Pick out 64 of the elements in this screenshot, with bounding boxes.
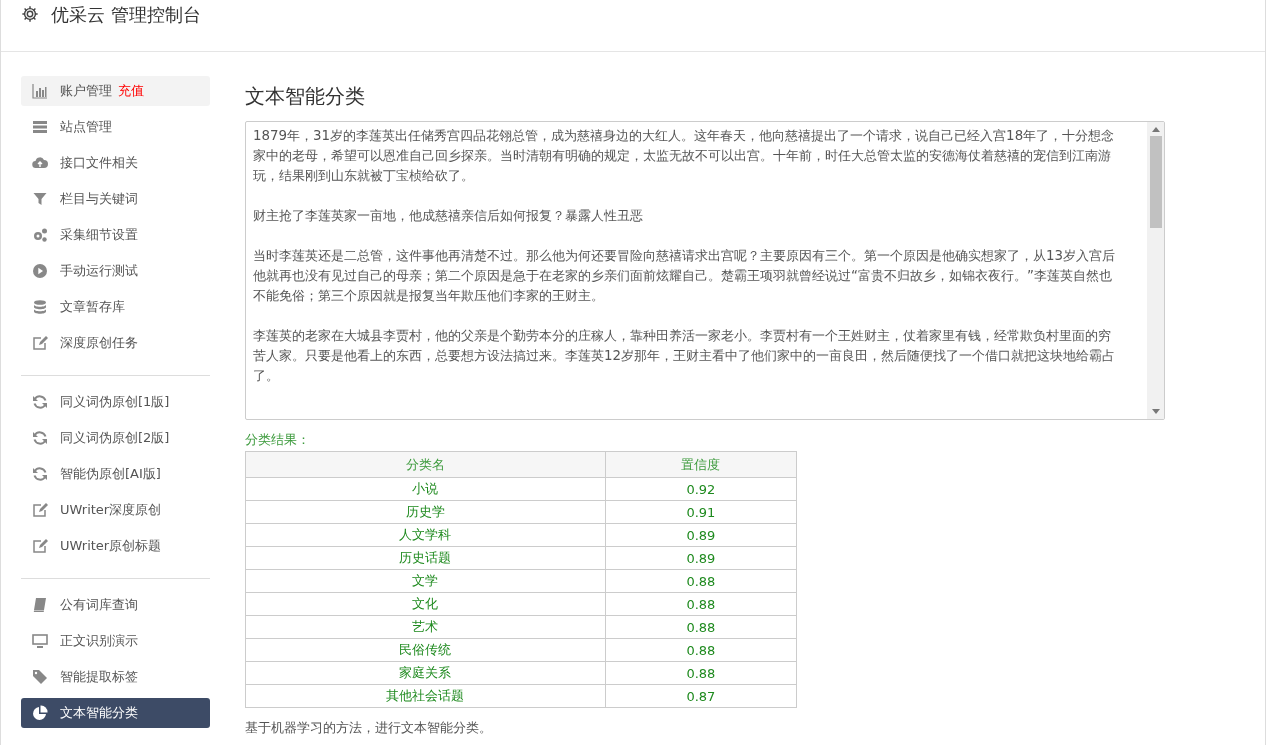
book-icon: [32, 597, 48, 613]
table-cell: 家庭关系: [245, 661, 606, 685]
table-cell: 历史学: [245, 500, 606, 524]
table-cell: 0.87: [605, 684, 797, 708]
sidebar-item[interactable]: 同义词伪原创[2版]: [21, 423, 210, 453]
filter-icon: [32, 191, 48, 207]
table-cell: 小说: [245, 477, 606, 501]
refresh-icon: [32, 394, 48, 410]
table-cell: 0.89: [605, 546, 797, 570]
table-cell: 0.89: [605, 523, 797, 547]
sidebar-item[interactable]: 栏目与关键词: [21, 184, 210, 214]
tag-icon: [32, 669, 48, 685]
table-cell: 0.88: [605, 569, 797, 593]
sidebar-item[interactable]: 智能伪原创[AI版]: [21, 459, 210, 489]
server-icon: [32, 119, 48, 135]
table-cell: 0.92: [605, 477, 797, 501]
table-cell: 人文学科: [245, 523, 606, 547]
column-header: 置信度: [605, 451, 797, 478]
bar-chart-icon: [32, 83, 48, 99]
sidebar-item[interactable]: 同义词伪原创[1版]: [21, 387, 210, 417]
scrollbar[interactable]: [1147, 122, 1164, 419]
play-icon: [32, 263, 48, 279]
table-cell: 0.88: [605, 615, 797, 639]
table-cell: 文化: [245, 592, 606, 616]
settings-icon: [21, 5, 39, 23]
monitor-icon: [32, 633, 48, 649]
page-title: 优采云 管理控制台: [51, 4, 201, 26]
sidebar-item[interactable]: 站点管理: [21, 112, 210, 142]
refresh-icon: [32, 430, 48, 446]
section-title: 文本智能分类: [245, 83, 366, 110]
scrollbar-thumb[interactable]: [1149, 136, 1162, 228]
scroll-up-icon[interactable]: [1151, 126, 1160, 132]
sidebar-item[interactable]: 文本智能分类: [21, 698, 210, 728]
sidebar-item[interactable]: 深度原创任务: [21, 328, 210, 358]
sidebar-item[interactable]: 正文识别演示: [21, 626, 210, 656]
edit-icon: [32, 335, 48, 351]
edit-icon: [32, 502, 48, 518]
sidebar-item[interactable]: 智能提取标签: [21, 662, 210, 692]
sidebar-item[interactable]: 文章暂存库: [21, 292, 210, 322]
table-cell: 历史话题: [245, 546, 606, 570]
column-header: 分类名: [245, 451, 606, 478]
table-cell: 艺术: [245, 615, 606, 639]
sidebar-item[interactable]: UWriter原创标题: [21, 531, 210, 561]
sidebar-item[interactable]: UWriter深度原创: [21, 495, 210, 525]
table-cell: 民俗传统: [245, 638, 606, 662]
sidebar-item[interactable]: 账户管理 充值: [21, 76, 210, 106]
sidebar-item[interactable]: 手动运行测试: [21, 256, 210, 286]
table-cell: 0.88: [605, 661, 797, 685]
database-icon: [32, 299, 48, 315]
table-cell: 文学: [245, 569, 606, 593]
refresh-icon: [32, 466, 48, 482]
result-label: 分类结果：: [245, 431, 311, 449]
sidebar-item[interactable]: 接口文件相关: [21, 148, 210, 178]
pie-chart-icon: [32, 705, 48, 721]
description-text: 基于机器学习的方法，进行文本智能分类。: [245, 719, 493, 737]
scroll-down-icon[interactable]: [1151, 409, 1160, 415]
table-cell: 0.88: [605, 592, 797, 616]
sidebar-item[interactable]: 采集细节设置: [21, 220, 210, 250]
table-cell: 0.91: [605, 500, 797, 524]
cloud-upload-icon: [32, 155, 48, 171]
table-cell: 其他社会话题: [245, 684, 606, 708]
sidebar-item[interactable]: 公有词库查询: [21, 590, 210, 620]
table-cell: 0.88: [605, 638, 797, 662]
edit-icon: [32, 538, 48, 554]
